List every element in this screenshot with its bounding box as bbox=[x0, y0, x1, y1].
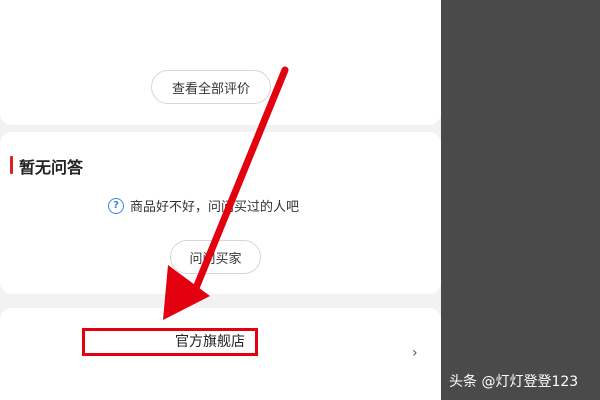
qa-hint: ? 商品好不好，问问买过的人吧 bbox=[108, 196, 299, 215]
app-screen: 查看全部评价 暂无问答 ? 商品好不好，问问买过的人吧 问问买家 官方旗舰店 › bbox=[0, 0, 441, 400]
qa-hint-text: 商品好不好，问问买过的人吧 bbox=[130, 200, 300, 215]
chevron-right-icon[interactable]: › bbox=[412, 345, 418, 361]
section-accent-bar bbox=[10, 156, 13, 174]
ask-buyers-button[interactable]: 问问买家 bbox=[170, 240, 261, 274]
question-circle-icon: ? bbox=[108, 197, 124, 214]
qa-section-title: 暂无问答 bbox=[19, 158, 84, 177]
watermark: 头条 @灯灯登登123 bbox=[449, 374, 579, 390]
store-name[interactable]: 官方旗舰店 bbox=[175, 331, 245, 351]
reviews-card bbox=[0, 0, 441, 125]
view-all-reviews-button[interactable]: 查看全部评价 bbox=[151, 70, 271, 104]
